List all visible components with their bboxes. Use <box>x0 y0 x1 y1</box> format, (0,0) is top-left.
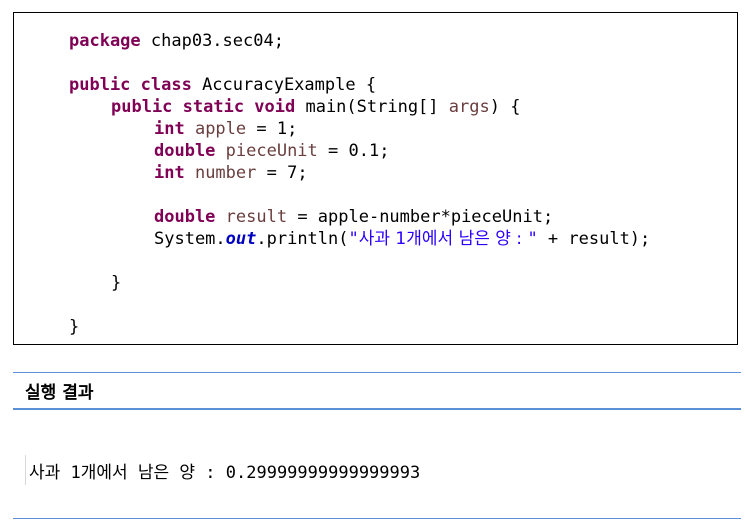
code-line-close-method: } <box>111 272 121 294</box>
code-text: ) { <box>489 97 521 117</box>
quote: " <box>527 229 538 249</box>
static-field: out <box>225 229 257 249</box>
keyword: double <box>154 141 216 161</box>
code-text: .println( <box>256 229 349 249</box>
divider <box>13 518 741 519</box>
code-line-apple: int apple = 1; <box>154 118 297 140</box>
keyword: double <box>154 207 216 227</box>
variable: number <box>184 163 257 183</box>
code-line-pieceunit: double pieceUnit = 0.1; <box>154 140 389 162</box>
code-block: package chap03.sec04; public class Accur… <box>13 12 738 345</box>
output-gutter <box>25 455 26 485</box>
code-line-number: int number = 7; <box>154 162 308 184</box>
code-line-close-class: } <box>69 316 79 338</box>
quote: " <box>348 229 359 249</box>
code-text: chap03.sec04; <box>140 31 284 51</box>
code-line-class: public class AccuracyExample { <box>69 74 376 96</box>
divider <box>13 372 741 373</box>
code-line-package: package chap03.sec04; <box>69 30 284 52</box>
keyword: int <box>154 119 185 139</box>
variable: pieceUnit <box>215 141 318 161</box>
code-text: = 1; <box>246 119 298 139</box>
code-line-println: System.out.println("사과 1개에서 남은 양 : " + r… <box>154 228 650 250</box>
variable: args <box>448 97 490 117</box>
code-line-main: public static void main(String[] args) { <box>111 96 520 118</box>
keyword: package <box>69 31 141 51</box>
string-literal: "사과 1개에서 남은 양 : " <box>349 229 538 249</box>
brace: } <box>69 317 80 337</box>
code-text: main(String[] <box>295 97 449 117</box>
console-output: 사과 1개에서 남은 양 : 0.29999999999999993 <box>29 463 421 483</box>
variable: apple <box>184 119 247 139</box>
keyword: int <box>154 163 185 183</box>
keyword: public static void <box>111 97 296 117</box>
code-text: = 7; <box>256 163 308 183</box>
code-text: System. <box>154 229 226 249</box>
variable: result <box>215 207 288 227</box>
code-text: AccuracyExample { <box>191 75 377 95</box>
brace: } <box>111 273 122 293</box>
divider <box>13 408 741 410</box>
keyword: public class <box>69 75 192 95</box>
code-line-result: double result = apple-number*pieceUnit; <box>154 206 553 228</box>
result-title: 실행 결과 <box>25 383 94 403</box>
code-text: = 0.1; <box>317 141 390 161</box>
string-text: 사과 1개에서 남은 양 : <box>358 229 528 249</box>
code-text: + result); <box>537 229 651 249</box>
code-text: = apple-number*pieceUnit; <box>287 207 554 227</box>
